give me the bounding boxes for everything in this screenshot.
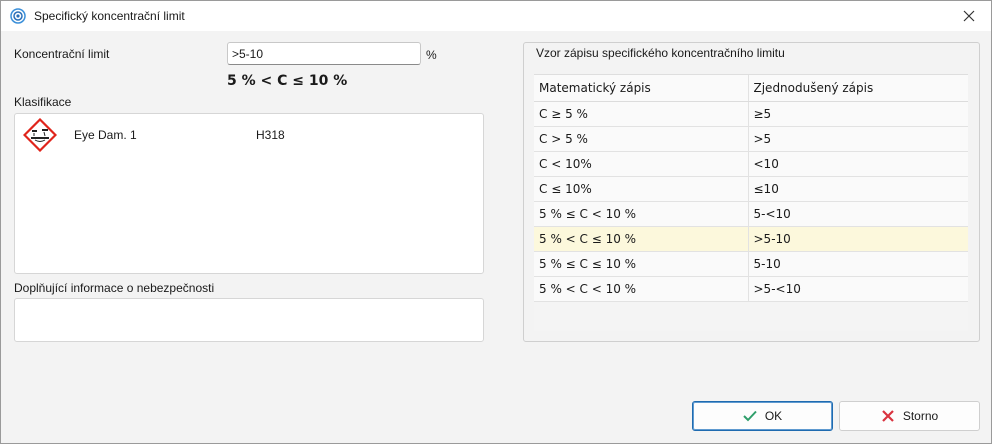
ok-button-label: OK — [764, 409, 783, 423]
corrosion-pictogram-icon — [23, 118, 57, 152]
cell-math: 5 % ≤ C < 10 % — [534, 201, 749, 227]
concentration-unit: % — [426, 48, 437, 62]
cell-math: C < 10% — [534, 151, 749, 177]
cell-simple: >5-<10 — [748, 276, 968, 302]
table-row[interactable]: C > 5 % >5 — [534, 126, 968, 152]
concentration-input[interactable] — [227, 42, 421, 65]
cell-simple: 5-10 — [748, 251, 968, 277]
column-header-simple[interactable]: Zjednodušený zápis — [748, 75, 968, 102]
concentration-formula: 5 % < C ≤ 10 % — [227, 73, 348, 89]
pattern-table: Matematický zápis Zjednodušený zápis C ≥… — [534, 74, 968, 331]
concentration-label: Koncentrační limit — [14, 47, 110, 61]
title-bar: Specifický koncentrační limit — [1, 1, 991, 31]
classification-label: Klasifikace — [14, 95, 72, 109]
cancel-button[interactable]: Storno — [839, 401, 980, 431]
cell-math: 5 % ≤ C ≤ 10 % — [534, 251, 749, 277]
app-logo-icon — [10, 8, 26, 24]
table-row[interactable]: 5 % ≤ C < 10 % 5-<10 — [534, 201, 968, 227]
column-header-math[interactable]: Matematický zápis — [534, 75, 749, 102]
cell-math: C ≤ 10% — [534, 176, 749, 202]
pattern-group-title: Vzor zápisu specifického koncentračního … — [536, 46, 785, 60]
ok-button[interactable]: OK — [692, 401, 833, 431]
table-row[interactable]: 5 % < C < 10 % >5-<10 — [534, 276, 968, 302]
cell-simple: >5 — [748, 126, 968, 152]
cancel-button-label: Storno — [902, 409, 939, 423]
window-title: Specifický koncentrační limit — [34, 9, 185, 23]
table-row[interactable]: C ≤ 10% ≤10 — [534, 176, 968, 202]
classification-name[interactable]: Eye Dam. 1 — [74, 128, 137, 142]
pattern-table-header: Matematický zápis Zjednodušený zápis — [534, 75, 968, 102]
cell-math: 5 % < C < 10 % — [534, 276, 749, 302]
table-row[interactable]: C ≥ 5 % ≥5 — [534, 101, 968, 127]
close-icon — [963, 10, 975, 22]
check-icon — [743, 410, 757, 422]
cell-math: 5 % < C ≤ 10 % — [534, 226, 749, 252]
cell-simple: 5-<10 — [748, 201, 968, 227]
table-row[interactable]: C < 10% <10 — [534, 151, 968, 177]
table-row-selected[interactable]: 5 % < C ≤ 10 % >5-10 — [534, 226, 968, 252]
cell-simple: ≥5 — [748, 101, 968, 127]
cell-math: C ≥ 5 % — [534, 101, 749, 127]
cell-simple: ≤10 — [748, 176, 968, 202]
cell-simple: <10 — [748, 151, 968, 177]
cell-simple: >5-10 — [748, 226, 968, 252]
cell-math: C > 5 % — [534, 126, 749, 152]
close-button[interactable] — [947, 1, 991, 31]
classification-code[interactable]: H318 — [256, 128, 285, 142]
additional-info-field[interactable] — [14, 298, 484, 342]
additional-info-label: Doplňující informace o nebezpečnosti — [14, 281, 215, 295]
dialog-window: Specifický koncentrační limit Koncentrač… — [0, 0, 992, 444]
table-row[interactable]: 5 % ≤ C ≤ 10 % 5-10 — [534, 251, 968, 277]
cancel-x-icon — [882, 410, 894, 422]
